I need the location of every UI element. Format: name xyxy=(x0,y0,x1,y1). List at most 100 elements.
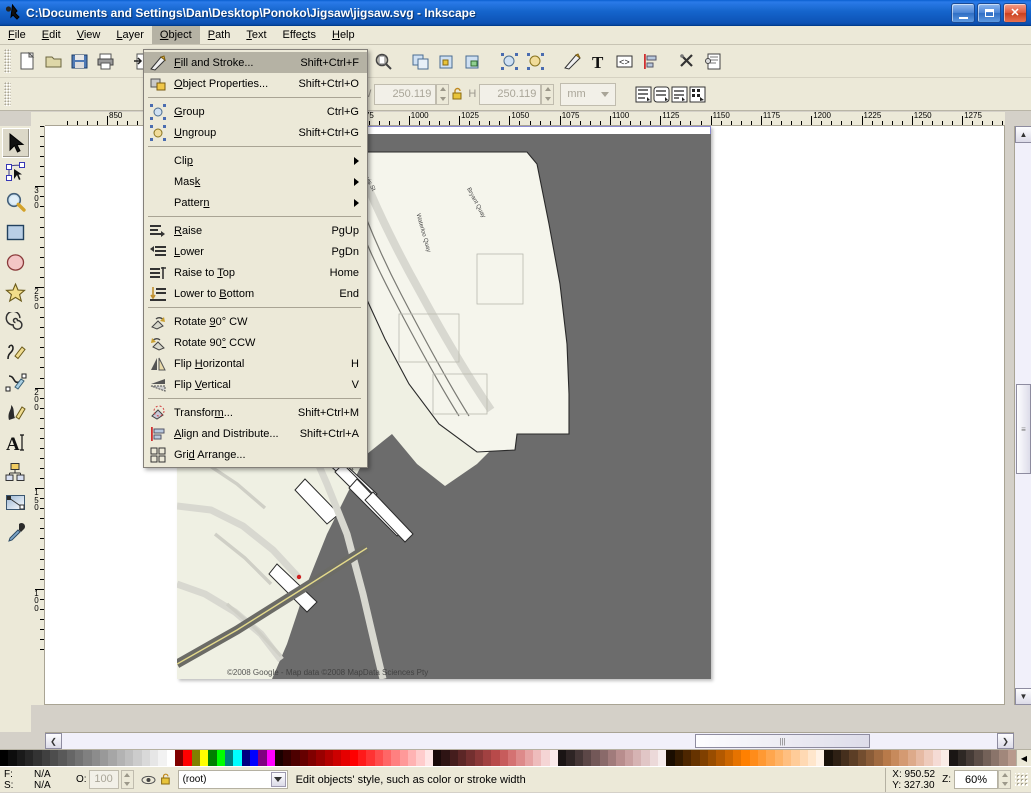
palette-swatch[interactable] xyxy=(924,750,932,767)
palette-swatch[interactable] xyxy=(225,750,233,767)
eye-icon[interactable] xyxy=(140,767,158,793)
menu-object[interactable]: Object xyxy=(152,26,200,44)
palette-swatch[interactable] xyxy=(466,750,474,767)
palette-swatch[interactable] xyxy=(333,750,341,767)
palette-swatch[interactable] xyxy=(808,750,816,767)
text-tool[interactable]: A xyxy=(2,428,30,458)
palette-swatch[interactable] xyxy=(391,750,399,767)
palette-swatch[interactable] xyxy=(175,750,183,767)
opacity-control[interactable]: O: 100 xyxy=(76,770,134,789)
selector-tool[interactable] xyxy=(2,128,30,158)
menu-item-rotate-90-ccw[interactable]: Rotate 90° CCW xyxy=(144,332,367,353)
scroll-down-button[interactable]: ▼ xyxy=(1015,688,1031,705)
palette-swatch[interactable] xyxy=(974,750,982,767)
toolbar-grip[interactable] xyxy=(4,49,11,73)
palette-swatch[interactable] xyxy=(267,750,275,767)
palette-swatch[interactable] xyxy=(691,750,699,767)
palette-scroll-left-icon[interactable]: ◀ xyxy=(1016,750,1031,767)
palette-swatch[interactable] xyxy=(75,750,83,767)
palette-swatch[interactable] xyxy=(358,750,366,767)
palette-swatch[interactable] xyxy=(883,750,891,767)
palette-swatch[interactable] xyxy=(625,750,633,767)
palette-swatch[interactable] xyxy=(67,750,75,767)
palette-swatch[interactable] xyxy=(991,750,999,767)
minimize-button[interactable] xyxy=(951,3,975,23)
palette-swatch[interactable] xyxy=(33,750,41,767)
menu-view[interactable]: View xyxy=(69,26,109,44)
palette-swatch[interactable] xyxy=(217,750,225,767)
menu-item-group[interactable]: GroupCtrl+G xyxy=(144,101,367,122)
tool-options-grip[interactable] xyxy=(4,82,11,106)
palette-swatch[interactable] xyxy=(183,750,191,767)
palette-swatch[interactable] xyxy=(167,750,175,767)
palette-swatch[interactable] xyxy=(758,750,766,767)
menu-file[interactable]: File xyxy=(0,26,34,44)
palette-swatch[interactable] xyxy=(550,750,558,767)
palette-swatch[interactable] xyxy=(92,750,100,767)
layer-select[interactable]: (root) xyxy=(178,770,288,789)
vertical-ruler[interactable]: 300250200150100 xyxy=(31,126,45,705)
palette-swatch[interactable] xyxy=(608,750,616,767)
palette-swatch[interactable] xyxy=(133,750,141,767)
menu-item-align-and-distribute[interactable]: Align and Distribute...Shift+Ctrl+A xyxy=(144,423,367,444)
palette-swatch[interactable] xyxy=(425,750,433,767)
palette-swatch[interactable] xyxy=(999,750,1007,767)
palette-swatch[interactable] xyxy=(841,750,849,767)
palette-swatch[interactable] xyxy=(791,750,799,767)
object-dropdown-menu[interactable]: Fill and Stroke...Shift+Ctrl+FObject Pro… xyxy=(143,49,368,468)
palette-swatch[interactable] xyxy=(916,750,924,767)
palette-swatch[interactable] xyxy=(242,750,250,767)
width-input[interactable]: 250.119 xyxy=(374,84,436,105)
palette-swatch[interactable] xyxy=(491,750,499,767)
palette-swatch[interactable] xyxy=(475,750,483,767)
text-dialog-icon[interactable]: T xyxy=(585,48,611,74)
print-document-icon[interactable] xyxy=(92,48,118,74)
horizontal-scroll-thumb[interactable]: ||| xyxy=(695,734,870,748)
star-tool[interactable] xyxy=(2,278,30,308)
color-palette[interactable]: ◀ xyxy=(0,749,1031,766)
menu-item-lower[interactable]: LowerPgDn xyxy=(144,241,367,262)
palette-swatch[interactable] xyxy=(250,750,258,767)
palette-swatch[interactable] xyxy=(575,750,583,767)
palette-swatch[interactable] xyxy=(25,750,33,767)
palette-swatch[interactable] xyxy=(233,750,241,767)
palette-swatch[interactable] xyxy=(874,750,882,767)
palette-swatch[interactable] xyxy=(108,750,116,767)
palette-swatch[interactable] xyxy=(450,750,458,767)
height-stepper[interactable] xyxy=(541,84,554,105)
scroll-right-button[interactable]: ❯ xyxy=(997,733,1014,749)
palette-swatch[interactable] xyxy=(708,750,716,767)
freehand-tool[interactable] xyxy=(2,338,30,368)
menu-item-ungroup[interactable]: UngroupShift+Ctrl+G xyxy=(144,122,367,143)
palette-swatch[interactable] xyxy=(383,750,391,767)
palette-swatch[interactable] xyxy=(375,750,383,767)
palette-swatch[interactable] xyxy=(775,750,783,767)
affect-rounded-corners-icon[interactable] xyxy=(652,81,670,107)
rectangle-tool[interactable] xyxy=(2,218,30,248)
zoom-control[interactable]: Z: 60% xyxy=(939,770,1011,789)
palette-swatch[interactable] xyxy=(400,750,408,767)
palette-swatch[interactable] xyxy=(42,750,50,767)
palette-swatch[interactable] xyxy=(275,750,283,767)
palette-swatch[interactable] xyxy=(58,750,66,767)
lock-object-icon[interactable] xyxy=(433,48,459,74)
spiral-tool[interactable] xyxy=(2,308,30,338)
ungroup-objects-icon[interactable] xyxy=(522,48,548,74)
xml-editor-icon[interactable]: <> xyxy=(611,48,637,74)
menu-item-lower-to-bottom[interactable]: Lower to BottomEnd xyxy=(144,283,367,304)
palette-swatches[interactable] xyxy=(0,750,1016,767)
menu-item-grid-arrange[interactable]: Grid Arrange... xyxy=(144,444,367,465)
palette-swatch[interactable] xyxy=(941,750,949,767)
palette-swatch[interactable] xyxy=(658,750,666,767)
menu-item-fill-and-stroke[interactable]: Fill and Stroke...Shift+Ctrl+F xyxy=(144,52,367,73)
menu-text[interactable]: Text xyxy=(238,26,274,44)
menu-item-mask[interactable]: Mask xyxy=(144,171,367,192)
opacity-stepper[interactable] xyxy=(121,770,134,789)
layer-lock-icon[interactable] xyxy=(158,767,174,793)
palette-swatch[interactable] xyxy=(500,750,508,767)
palette-swatch[interactable] xyxy=(142,750,150,767)
affect-gradients-icon[interactable] xyxy=(670,81,688,107)
palette-swatch[interactable] xyxy=(416,750,424,767)
chevron-down-icon[interactable] xyxy=(271,772,286,787)
palette-swatch[interactable] xyxy=(666,750,674,767)
